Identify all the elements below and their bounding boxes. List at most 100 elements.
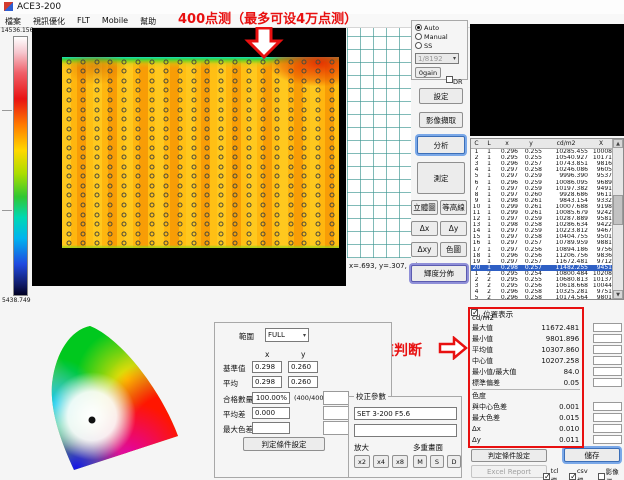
stereo-button[interactable]: 立體圖: [411, 200, 438, 215]
delta-x-button[interactable]: Δx: [411, 221, 438, 236]
measurement-view[interactable]: [32, 28, 346, 286]
menu-item-FLT[interactable]: FLT: [77, 16, 90, 27]
measurement-point: [122, 117, 127, 122]
table-cell: 0.259: [520, 186, 544, 192]
measurement-point: [274, 97, 279, 102]
average-x-field[interactable]: 0.298: [252, 376, 282, 388]
table-body[interactable]: 110.2960.25510285.45510008210.2950.25510…: [471, 149, 623, 300]
measurement-point: [136, 69, 141, 74]
radio-ss[interactable]: SS: [415, 41, 467, 50]
table-cell: 0.257: [520, 259, 544, 265]
menu-item-視訊優化[interactable]: 視訊優化: [33, 16, 65, 27]
average-diff-field[interactable]: 0.000: [252, 407, 290, 419]
measurement-point: [274, 117, 279, 122]
menu-item-檔案[interactable]: 檔案: [5, 16, 21, 27]
menu-item-Mobile[interactable]: Mobile: [102, 16, 128, 27]
gain-button[interactable]: 0gain: [415, 67, 441, 78]
table-row[interactable]: 520.2960.25810174.5649801: [471, 295, 623, 300]
luminance-colorbar: [13, 36, 28, 296]
zoom-x8-button[interactable]: x8: [392, 455, 408, 468]
table-cell: 0.256: [520, 247, 544, 253]
measurement-point: [219, 155, 224, 160]
measurement-point: [288, 88, 293, 93]
judge-box: [593, 367, 622, 376]
table-cell: 1: [484, 192, 496, 198]
measurement-point: [136, 126, 141, 131]
file-checkbox-label: csv檔: [577, 467, 593, 480]
analyze-button[interactable]: 分析: [417, 136, 465, 154]
measurement-point: [260, 174, 265, 179]
measurement-point: [122, 126, 127, 131]
delta-xy-button[interactable]: Δxy: [411, 242, 438, 257]
menu-item-幫助[interactable]: 幫助: [140, 16, 156, 27]
measurement-point: [94, 59, 99, 64]
dr-checkbox-box[interactable]: [446, 76, 453, 83]
calibration-value2-field[interactable]: [354, 424, 457, 437]
delta-y-button[interactable]: Δy: [440, 221, 467, 236]
radio-icon[interactable]: [415, 33, 422, 40]
average-y-field[interactable]: 0.260: [288, 376, 318, 388]
contour-button[interactable]: 等高線: [440, 200, 467, 215]
measurement-point: [108, 203, 113, 208]
measurement-table[interactable]: CLxycd/m2X 110.2960.25510285.45510008210…: [470, 138, 624, 300]
multi-screen-s-button[interactable]: S: [430, 455, 444, 468]
table-cell: 0.259: [520, 216, 544, 222]
excel-report-button[interactable]: Excel Report: [471, 465, 547, 478]
table-cell: 10287.889: [544, 216, 590, 222]
scrollbar-thumb[interactable]: [613, 195, 623, 225]
shutter-select[interactable]: 1/8192 ▾: [415, 53, 459, 64]
footer-judge-condition-button[interactable]: 判定條件設定: [471, 449, 547, 462]
radio-icon[interactable]: [415, 24, 422, 31]
table-cell: 13: [471, 222, 484, 228]
settings-button[interactable]: 設定: [419, 88, 463, 104]
scroll-down-icon[interactable]: ▼: [613, 290, 623, 299]
measurement-point: [330, 222, 335, 227]
stat-value: 10307.860: [537, 346, 579, 354]
dr-checkbox[interactable]: DR: [446, 69, 463, 88]
radio-label: SS: [424, 42, 432, 50]
calibration-value-field[interactable]: SET 3-200 F5.6: [354, 407, 457, 420]
save-button[interactable]: 儲存: [564, 448, 620, 462]
radio-icon[interactable]: [415, 42, 422, 49]
measurement-point: [302, 183, 307, 188]
table-cell: 4: [471, 167, 484, 173]
reference-x-field[interactable]: 0.298: [252, 361, 282, 373]
luminance-stats-header: cd/m2: [472, 312, 622, 322]
file-checkbox-box[interactable]: [569, 473, 576, 480]
measurement-point: [330, 59, 335, 64]
radio-auto[interactable]: Auto: [415, 23, 467, 32]
measurement-point: [302, 174, 307, 179]
multi-screen-m-button[interactable]: M: [413, 455, 427, 468]
table-cell: 1: [471, 149, 484, 155]
multi-screen-d-button[interactable]: D: [447, 455, 461, 468]
table-scrollbar[interactable]: ▲ ▼: [612, 139, 623, 299]
luminance-distribution-button[interactable]: 輝度分佈: [411, 265, 467, 282]
file-checkbox-csv檔[interactable]: csv檔: [569, 467, 593, 480]
measurement-point: [330, 231, 335, 236]
color-map-button[interactable]: 色圖: [440, 242, 467, 257]
zoom-x2-button[interactable]: x2: [354, 455, 370, 468]
measurement-point: [219, 231, 224, 236]
file-checkbox-box[interactable]: [543, 473, 550, 480]
file-checkbox-tcl檔[interactable]: tcl檔: [543, 467, 564, 480]
max-colordiff-field[interactable]: [252, 422, 290, 434]
table-cell: 9332: [590, 198, 614, 204]
stats-divider: [472, 389, 580, 390]
radio-manual[interactable]: Manual: [415, 32, 467, 41]
measurement-point: [150, 241, 155, 246]
table-cell: 9422: [590, 222, 614, 228]
range-select[interactable]: FULL ▾: [265, 328, 309, 342]
image-capture-button[interactable]: 影像擷取: [419, 112, 463, 128]
measure-button[interactable]: 測定: [417, 162, 465, 194]
reference-y-field[interactable]: 0.260: [288, 361, 318, 373]
scroll-up-icon[interactable]: ▲: [613, 139, 623, 148]
luminance-heatmap[interactable]: [62, 57, 339, 248]
measurement-point: [66, 183, 71, 188]
file-checkbox-影像檔[interactable]: 影像檔: [598, 466, 624, 480]
measurement-point: [219, 203, 224, 208]
zoom-x4-button[interactable]: x4: [373, 455, 389, 468]
app-icon: [4, 2, 13, 11]
judge-condition-button[interactable]: 判定條件設定: [243, 437, 325, 451]
file-checkbox-box[interactable]: [598, 473, 605, 480]
measurement-point: [288, 107, 293, 112]
